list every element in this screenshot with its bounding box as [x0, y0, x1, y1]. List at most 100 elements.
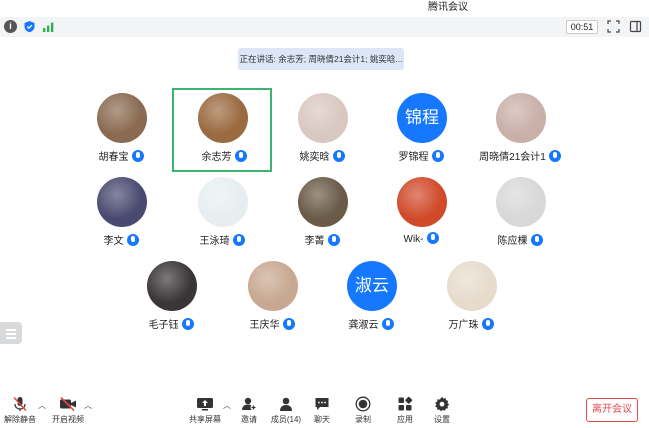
participant-avatar: [397, 177, 447, 227]
participant-tile[interactable]: 锦程 罗锦程: [371, 88, 471, 172]
leave-meeting-button[interactable]: 离开会议: [586, 398, 638, 422]
status-row: i 00:51: [0, 17, 649, 37]
participant-label: Wik-: [371, 232, 471, 245]
participant-tile[interactable]: 王泳琦: [172, 172, 272, 256]
participant-label: 余志芳: [174, 148, 274, 163]
participant-name: 李文: [103, 236, 124, 247]
participant-name: 胡春宝: [98, 152, 129, 163]
active-speaker-banner: 正在讲话: 余志芳; 周晓倩21会计1; 姚奕晗...: [238, 48, 404, 70]
participant-label: 王泳琦: [172, 232, 272, 247]
chat-icon: [315, 398, 329, 410]
meeting-timer: 00:51: [566, 20, 598, 34]
record-button[interactable]: 录制: [339, 392, 387, 426]
participant-avatar: [248, 261, 298, 311]
participant-tile[interactable]: 王庆华: [222, 256, 322, 340]
share-screen-label: 共享屏幕: [189, 415, 221, 424]
participant-tile[interactable]: 淑云 龚淑云: [321, 256, 421, 340]
participant-label: 胡春宝: [71, 148, 171, 163]
participant-name: 姚奕晗: [299, 152, 330, 163]
participant-label: 李菁: [272, 232, 372, 247]
participant-tile[interactable]: 周晓倩21会计1: [470, 88, 570, 172]
info-icon[interactable]: i: [4, 20, 17, 33]
participant-avatar: [147, 261, 197, 311]
participant-tile[interactable]: Wik-: [371, 172, 471, 256]
start-video-label: 开启视频: [52, 415, 84, 424]
participant-avatar: 淑云: [347, 261, 397, 311]
settings-label: 设置: [434, 415, 450, 424]
participant-tile[interactable]: 李菁: [272, 172, 372, 256]
mic-icon: [481, 318, 494, 330]
fullscreen-icon[interactable]: [607, 20, 620, 33]
participant-name: 陈应棵: [497, 236, 528, 247]
participant-avatar: [97, 177, 147, 227]
participant-tile[interactable]: 姚奕晗: [272, 88, 372, 172]
mic-icon: [530, 234, 543, 246]
mic-icon: [234, 150, 247, 162]
mic-muted-icon: [13, 396, 27, 412]
mic-icon: [327, 234, 340, 246]
apps-icon: [398, 396, 413, 411]
video-options-caret-icon[interactable]: ︿: [84, 402, 92, 410]
gear-icon: [435, 396, 450, 412]
mic-icon: [232, 234, 245, 246]
participant-label: 陈应棵: [470, 232, 570, 247]
participant-label: 万广珠: [421, 316, 521, 331]
sidebar-toggle-icon[interactable]: [629, 20, 642, 33]
participant-avatar: [496, 93, 546, 143]
participant-avatar: [198, 93, 248, 143]
participant-name: 龚淑云: [348, 320, 379, 331]
mic-icon: [431, 150, 444, 162]
participant-tile[interactable]: 陈应棵: [470, 172, 570, 256]
mic-icon: [426, 232, 439, 244]
mic-icon: [181, 318, 194, 330]
participant-tile[interactable]: 胡春宝: [71, 88, 171, 172]
mic-icon: [548, 150, 561, 162]
mic-icon: [332, 150, 345, 162]
mic-icon: [381, 318, 394, 330]
share-screen-icon: [197, 398, 213, 411]
window-title: 腾讯会议: [428, 2, 468, 13]
participant-label: 罗锦程: [371, 148, 471, 163]
participant-tile[interactable]: 余志芳: [172, 88, 272, 172]
participant-name: 罗锦程: [398, 152, 429, 163]
record-label: 录制: [355, 415, 371, 424]
participant-label: 毛子钰: [121, 316, 221, 331]
side-panel-handle[interactable]: [0, 322, 22, 344]
meeting-window: 腾讯会议 i 00:51 正在讲话: 余志芳; 周晓倩21会计1; 姚奕晗...…: [0, 0, 649, 428]
participant-avatar: [298, 93, 348, 143]
participant-name: 万广珠: [448, 320, 479, 331]
participant-label: 姚奕晗: [272, 148, 372, 163]
participant-avatar: [198, 177, 248, 227]
mic-icon: [282, 318, 295, 330]
shield-icon[interactable]: [23, 20, 36, 33]
bottom-toolbar: 解除静音 ︿ 开启视频 ︿ 共享屏幕 ︿ 邀请 成员(14) 聊天 录制 应用 …: [0, 392, 649, 428]
participant-label: 龚淑云: [321, 316, 421, 331]
camera-off-icon: [60, 396, 76, 412]
share-screen-button[interactable]: 共享屏幕: [181, 392, 229, 426]
participant-name: Wik-: [403, 234, 424, 245]
add-user-icon: [242, 397, 257, 411]
mic-icon: [131, 150, 144, 162]
participant-tile[interactable]: 万广珠: [421, 256, 521, 340]
participant-name: 王泳琦: [199, 236, 230, 247]
title-bar: 腾讯会议: [0, 0, 649, 16]
participant-tile[interactable]: 毛子钰: [121, 256, 221, 340]
participant-label: 王庆华: [222, 316, 322, 331]
participant-avatar: [298, 177, 348, 227]
participant-avatar: [447, 261, 497, 311]
participant-avatar: [97, 93, 147, 143]
participant-label: 李文: [71, 232, 171, 247]
participant-name: 余志芳: [201, 152, 232, 163]
participant-avatar: 锦程: [397, 93, 447, 143]
settings-button[interactable]: 设置: [418, 392, 466, 426]
members-icon: [280, 397, 292, 411]
participant-name: 毛子钰: [148, 320, 179, 331]
unmute-label: 解除静音: [4, 415, 36, 424]
participant-name: 王庆华: [249, 320, 280, 331]
signal-icon[interactable]: [42, 20, 55, 33]
mic-icon: [126, 234, 139, 246]
participant-name: 李菁: [304, 236, 325, 247]
participant-avatar: [496, 177, 546, 227]
participant-label: 周晓倩21会计1: [470, 148, 570, 163]
participant-tile[interactable]: 李文: [71, 172, 171, 256]
